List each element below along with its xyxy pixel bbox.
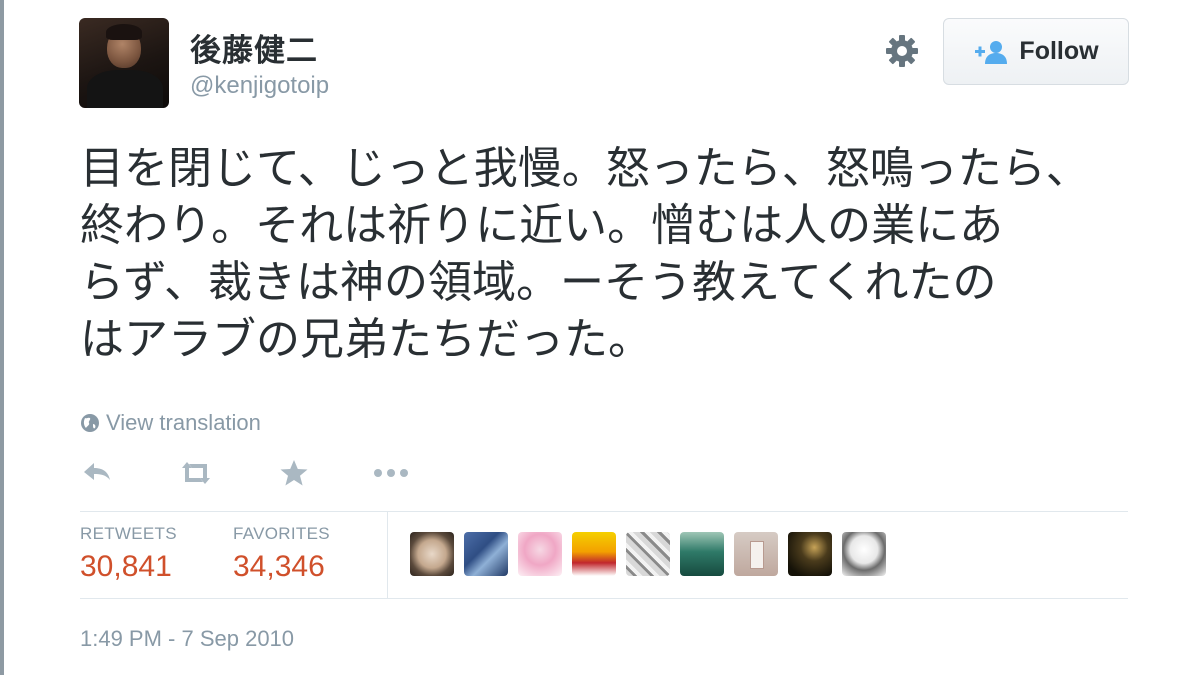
tweet-timestamp[interactable]: 1:49 PM - 7 Sep 2010 [80,626,294,652]
favorites-stat[interactable]: FAVORITES 34,346 [233,524,330,584]
view-translation-link[interactable]: View translation [80,410,261,436]
favoriter-avatar[interactable] [680,532,724,576]
follow-button-label: Follow [1019,37,1099,65]
tweet-text: 目を閉じて、じっと我慢。怒ったら、怒鳴ったら、 終わり。それは祈りに近い。憎むは… [80,143,1090,365]
user-handle[interactable]: @kenjigotoip [190,72,329,100]
gear-icon[interactable] [884,33,920,69]
favorite-icon[interactable] [278,458,310,488]
globe-icon [81,414,99,432]
more-icon[interactable] [372,458,410,488]
favoriter-avatar[interactable] [464,532,508,576]
follow-button[interactable]: Follow [943,18,1129,85]
favoriter-avatar[interactable] [410,532,454,576]
favoriter-avatar[interactable] [842,532,886,576]
retweets-stat[interactable]: RETWEETS 30,841 [80,524,177,584]
view-translation-label: View translation [106,410,261,435]
favoriter-avatar[interactable] [626,532,670,576]
favoriter-avatars [410,532,896,576]
stats-separator [387,511,388,598]
favoriter-avatar[interactable] [788,532,832,576]
user-avatar[interactable] [79,18,169,108]
tweet-card: 後藤健二 @kenjigotoip Follow 目を閉じて、じっと我慢。怒った… [0,0,1200,675]
retweets-count: 30,841 [80,550,172,583]
favoriter-avatar[interactable] [572,532,616,576]
favoriter-avatar[interactable] [518,532,562,576]
add-user-icon [975,40,1008,64]
stats-divider [80,511,1128,512]
favoriter-avatar[interactable] [734,532,778,576]
reply-icon[interactable] [80,458,114,488]
retweet-icon[interactable] [176,458,216,488]
stats-divider [80,598,1128,599]
favorites-count: 34,346 [233,550,325,583]
user-display-name[interactable]: 後藤健二 [190,25,318,70]
retweets-label: RETWEETS [80,524,177,543]
favorites-label: FAVORITES [233,524,330,543]
